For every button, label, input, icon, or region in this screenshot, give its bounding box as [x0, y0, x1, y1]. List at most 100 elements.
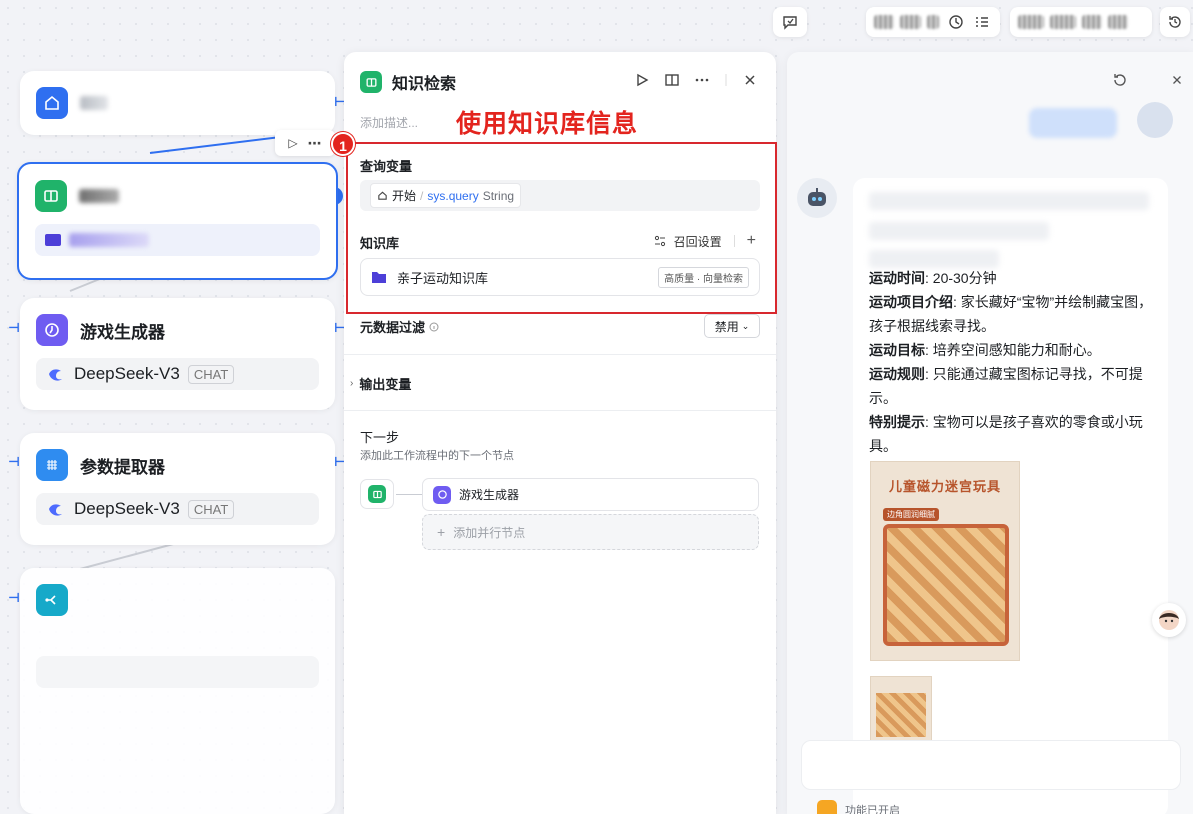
settings-sliders-icon[interactable] [654, 235, 666, 247]
port-marker: ⊣ [8, 320, 20, 335]
book-icon [368, 485, 386, 503]
metadata-filter-label: 元数据过滤 [360, 320, 426, 335]
model-name: DeepSeek-V3 [74, 499, 180, 518]
chevron-down-icon: ⌄ [741, 320, 750, 331]
blurred-button[interactable] [1050, 15, 1076, 29]
home-icon [378, 191, 387, 200]
message-line: 运动项目介绍: 家长藏好“宝物”并绘制藏宝图，孩子根据线索寻找。 [869, 294, 1153, 334]
next-node-item[interactable]: 游戏生成器 [422, 478, 759, 511]
toolbar-publish-group [1010, 7, 1152, 37]
model-type-badge: CHAT [187, 364, 235, 384]
output-variables-row[interactable]: › 输出变量 [350, 374, 411, 393]
run-icon[interactable] [634, 72, 650, 88]
blurred-button[interactable] [1018, 15, 1044, 29]
message-line: 特别提示: 宝物可以是孩子喜欢的零食或小玩具。 [869, 414, 1143, 454]
message-line: 运动规则: 只能通过藏宝图标记寻找，不可提示。 [869, 366, 1143, 406]
kb-name-blurred [69, 233, 149, 247]
info-icon [433, 485, 451, 504]
refresh-icon[interactable] [1112, 72, 1128, 88]
model-type-badge: CHAT [187, 499, 235, 519]
output-variables-label: 输出变量 [359, 377, 412, 392]
description-input[interactable]: 添加描述... [360, 114, 418, 131]
model-chip: DeepSeek-V3 CHAT [36, 493, 319, 525]
more-icon[interactable] [694, 72, 710, 88]
metadata-filter-value: 禁用 [714, 319, 739, 334]
grid-icon [36, 449, 68, 481]
add-parallel-label: 添加并行节点 [453, 525, 526, 540]
knowledge-base-item[interactable]: 亲子运动知识库 高质量 · 向量检索 [360, 258, 760, 296]
toolbar-comment-group [773, 7, 807, 37]
add-parallel-node-button[interactable]: + 添加并行节点 [422, 514, 759, 550]
next-connector [396, 494, 422, 495]
plus-icon: + [437, 524, 446, 540]
info-circle-icon[interactable] [429, 322, 439, 332]
knowledge-retrieval-node[interactable] [17, 162, 338, 280]
chat-footer: 功能已开启 [817, 800, 900, 814]
query-variable-field[interactable]: 开始 / sys.query String [360, 180, 760, 211]
blurred-button[interactable] [1082, 15, 1102, 29]
close-icon[interactable] [1170, 73, 1184, 87]
panel-title: 知识检索 [392, 76, 457, 93]
query-variable-type: String [482, 188, 515, 203]
query-variable-tag: 开始 / sys.query String [370, 183, 522, 208]
book-icon [360, 71, 382, 93]
panel-actions [634, 72, 758, 88]
message-line: 运动目标: 培养空间感知能力和耐心。 [869, 342, 1101, 358]
info-icon [36, 314, 68, 346]
annotation-label: 使用知识库信息 [456, 110, 639, 138]
blurred-text-line [869, 192, 1149, 210]
split-view-icon[interactable] [664, 72, 680, 88]
chevron-right-icon: › [350, 378, 354, 389]
node-title-blurred [79, 189, 119, 203]
node-title-blurred [80, 96, 108, 110]
product-thumbnail[interactable] [870, 676, 932, 742]
model-name: DeepSeek-V3 [74, 364, 180, 383]
blurred-tool-icon[interactable] [900, 15, 921, 29]
divider [733, 235, 735, 247]
parameter-extractor-node[interactable]: 参数提取器 DeepSeek-V3 CHAT [20, 433, 335, 545]
list-check-icon[interactable] [972, 11, 992, 33]
query-source: 开始 [392, 189, 417, 203]
version-history-icon[interactable] [1164, 11, 1186, 33]
deepseek-logo-icon [49, 504, 62, 516]
blurred-tool-icon[interactable] [926, 15, 940, 29]
history-clock-icon[interactable] [945, 11, 965, 33]
metadata-filter-select[interactable]: 禁用 ⌄ [704, 314, 760, 338]
more-icon[interactable]: ⋯ [308, 135, 322, 152]
deepseek-logo-icon [49, 369, 62, 381]
metadata-filter-row: 元数据过滤 [360, 317, 439, 336]
close-icon[interactable] [742, 72, 758, 88]
run-node-icon[interactable]: ▷ [288, 136, 297, 150]
branch-node[interactable] [20, 568, 335, 814]
assistant-face-icon [1159, 610, 1179, 630]
maze-board-image [883, 524, 1009, 646]
debug-chat-panel: 运动时间: 20-30分钟 运动项目介绍: 家长藏好“宝物”并绘制藏宝图，孩子根… [787, 52, 1193, 814]
query-variable-name: sys.query [427, 188, 479, 203]
node-title: 游戏生成器 [80, 322, 165, 342]
assistant-avatar-button[interactable] [1152, 603, 1186, 637]
recall-settings-button[interactable]: 召回设置 [674, 233, 722, 250]
knowledge-base-name: 亲子运动知识库 [397, 270, 489, 286]
blurred-text-line [869, 222, 1049, 240]
folder-icon [45, 234, 61, 246]
model-chip: DeepSeek-V3 CHAT [36, 358, 319, 390]
add-knowledge-base-button[interactable]: + [747, 232, 756, 250]
game-generator-node[interactable]: 游戏生成器 DeepSeek-V3 CHAT [20, 298, 335, 410]
knowledge-base-actions: 召回设置 + [654, 232, 756, 250]
chat-input[interactable] [801, 740, 1181, 790]
start-node[interactable] [20, 71, 335, 135]
blurred-tool-icon[interactable] [874, 15, 895, 29]
toolbar-history-group [1160, 7, 1190, 37]
connection-edge [79, 542, 177, 570]
blurred-row [36, 656, 319, 688]
blurred-button[interactable] [1108, 15, 1128, 29]
node-title: 参数提取器 [80, 457, 165, 477]
knowledge-base-chip [35, 224, 320, 256]
current-node-chip [360, 479, 394, 509]
product-image[interactable]: 儿童磁力迷宫玩具 边角圆润细腻 [870, 461, 1020, 661]
knowledge-base-mode-tag: 高质量 · 向量检索 [658, 266, 749, 288]
bot-avatar [797, 178, 837, 218]
vertical-divider [725, 74, 727, 86]
user-message-blurred [1029, 108, 1117, 138]
comment-icon[interactable] [779, 11, 801, 33]
